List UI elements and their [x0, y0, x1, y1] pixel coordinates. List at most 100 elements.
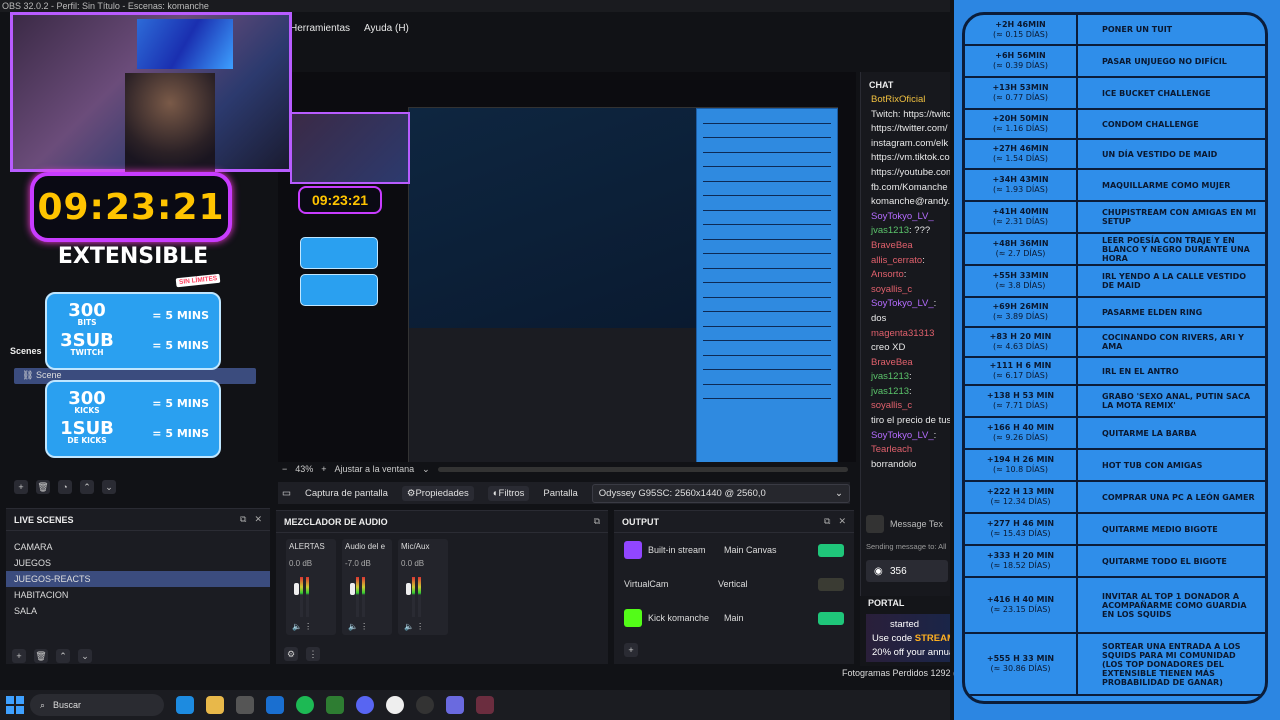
stream-toggle[interactable]	[818, 543, 844, 557]
chat-message: magenta31313	[861, 328, 950, 343]
speaker-icon[interactable]: 🔈 ⋮	[292, 622, 312, 631]
chat-username[interactable]: magenta31313	[871, 328, 934, 339]
chat-message: BotRixOficial	[861, 94, 950, 109]
volume-fader[interactable]	[294, 583, 299, 595]
chat-message: BraveBea	[861, 240, 950, 255]
chat-username[interactable]: BotRixOficial	[871, 94, 925, 105]
rule-row: +416 H 40 MIN (≈ 23.15 DÍAS) INVITAR AL TO…	[965, 577, 1265, 634]
up-icon[interactable]: ⌃	[56, 649, 70, 663]
chat-username[interactable]: SoyTokyo_LV_	[871, 298, 934, 309]
up-icon[interactable]: ⌃	[80, 480, 94, 494]
scenes-header: Scenes	[10, 346, 42, 356]
add-icon[interactable]: +	[624, 643, 638, 657]
chat-text: komanche@randy.c	[871, 196, 950, 208]
outlook-icon[interactable]	[266, 696, 284, 714]
source-name: Captura de pantalla	[304, 487, 388, 499]
edge-icon[interactable]	[176, 696, 194, 714]
live-scene-juegos-reacts[interactable]: JUEGOS-REACTS	[6, 571, 270, 587]
media-icon[interactable]	[386, 696, 404, 714]
chat-text: instagram.com/elk	[871, 137, 949, 149]
chat-message: SoyTokyo_LV_:	[861, 298, 950, 313]
close-icon[interactable]: ✕	[254, 514, 262, 525]
chat-input[interactable]: Message Tex	[866, 512, 950, 536]
live-scene-habitacion[interactable]: HABITACION	[6, 587, 270, 603]
epic-icon[interactable]	[476, 696, 494, 714]
portal-panel: PORTAL started Use code STREAM 20% off y…	[860, 596, 950, 666]
webcam-feed	[10, 12, 292, 173]
mixer-header: MEZCLADOR DE AUDIO	[284, 516, 388, 527]
down-icon[interactable]: ⌄	[102, 480, 116, 494]
obs-icon[interactable]	[416, 696, 434, 714]
chat-username[interactable]: BraveBea	[871, 240, 913, 251]
app-icon[interactable]	[446, 696, 464, 714]
chat-username[interactable]: jvas1213	[871, 371, 909, 382]
chat-username[interactable]: allis_cerrato	[871, 255, 922, 266]
chat-username[interactable]: jvas1213	[871, 386, 909, 397]
popout-icon[interactable]: ⧉	[594, 516, 600, 527]
discord-icon[interactable]	[356, 696, 374, 714]
streamer	[125, 73, 215, 173]
popout-icon[interactable]: ⧉	[824, 516, 830, 527]
store-icon[interactable]	[236, 696, 254, 714]
taskbar-search[interactable]: ⌕ Buscar	[30, 694, 164, 716]
zoom-slider[interactable]	[437, 466, 848, 472]
xbox-icon[interactable]	[326, 696, 344, 714]
properties-button[interactable]: ⚙Propiedades	[401, 485, 474, 501]
fit-select[interactable]: Ajustar a la ventana	[335, 464, 415, 474]
chat-username[interactable]: SoyTokyo_LV_	[871, 430, 934, 441]
chat-message: dos	[861, 313, 950, 328]
folder-icon[interactable]	[206, 696, 224, 714]
spotify-icon[interactable]	[296, 696, 314, 714]
windows-start-icon[interactable]	[6, 696, 24, 714]
live-scene-camara[interactable]: CAMARA	[6, 539, 270, 555]
chat-username[interactable]: jvas1213	[871, 225, 909, 236]
background-monitor	[137, 19, 233, 69]
chevron-down-icon[interactable]: ⌄	[422, 464, 430, 475]
preview-card-1	[300, 237, 378, 269]
popout-icon[interactable]: ⧉	[240, 514, 246, 525]
volume-fader[interactable]	[350, 583, 355, 595]
menu-ayuda[interactable]: Ayuda (H)	[364, 23, 409, 34]
display-select[interactable]: Odyssey G95SC: 2560x1440 @ 2560,0 ⌄	[591, 483, 850, 503]
trash-icon[interactable]: 🗑	[36, 480, 50, 494]
gear-icon[interactable]: ⚙	[284, 647, 298, 661]
output-row: Built-in stream Main Canvas	[614, 533, 854, 567]
volume-fader[interactable]	[406, 583, 411, 595]
chat-message: jvas1213:	[861, 371, 950, 386]
emote-icon[interactable]	[866, 515, 884, 533]
portal-ad[interactable]: started Use code STREAM 20% off your ann…	[866, 614, 950, 662]
speaker-icon[interactable]: 🔈 ⋮	[404, 622, 424, 631]
speaker-icon[interactable]: 🔈 ⋮	[348, 622, 368, 631]
menu-dots-icon[interactable]: ⋮	[306, 647, 320, 661]
link-icon: ⛓	[22, 370, 36, 380]
chat-username[interactable]: SoyTokyo_LV_	[871, 211, 934, 222]
menu-herramientas[interactable]: Herramientas	[290, 23, 350, 34]
close-icon[interactable]: ✕	[838, 516, 846, 527]
zoom-out-button[interactable]: −	[282, 464, 287, 474]
live-scene-sala[interactable]: SALA	[6, 603, 270, 619]
chat-username[interactable]: Tearleach	[871, 444, 912, 455]
filters-button[interactable]: ◐Filtros	[487, 485, 530, 501]
add-icon[interactable]: +	[12, 649, 26, 663]
live-scene-juegos[interactable]: JUEGOS	[6, 555, 270, 571]
rule-row: +166 H 40 MIN (≈ 9.26 DÍAS) QUITARME LA BA…	[965, 417, 1265, 450]
trash-icon[interactable]: 🗑	[34, 649, 48, 663]
rule-time: +83 H 20 MIN (≈ 4.63 DÍAS)	[965, 327, 1078, 358]
kick-toggle[interactable]	[818, 611, 844, 625]
sending-to: Sending message to: All	[866, 542, 947, 551]
source-toolbar: ▭ Captura de pantalla ⚙Propiedades ◐Filt…	[278, 482, 850, 504]
chat-username[interactable]: BraveBea	[871, 357, 913, 368]
zoom-in-button[interactable]: +	[321, 464, 326, 474]
settings-icon[interactable]: ◔	[58, 480, 72, 494]
rule-row: +34H 43MIN (≈ 1.93 DÍAS) MAQUILLARME COMO …	[965, 169, 1265, 202]
add-icon[interactable]: +	[14, 480, 28, 494]
chat-message: soyallis_c	[861, 284, 950, 299]
down-icon[interactable]: ⌄	[78, 649, 92, 663]
chat-username[interactable]: Ansorto	[871, 269, 904, 280]
live-scenes-list: CAMARA JUEGOS JUEGOS-REACTS HABITACION S…	[6, 531, 270, 619]
chat-message: SoyTokyo_LV_:	[861, 430, 950, 445]
chat-username[interactable]: soyallis_c	[871, 400, 912, 411]
chat-text: Twitch: https://twitch	[871, 108, 950, 120]
chat-username[interactable]: soyallis_c	[871, 284, 912, 295]
virtualcam-toggle[interactable]	[818, 577, 844, 591]
